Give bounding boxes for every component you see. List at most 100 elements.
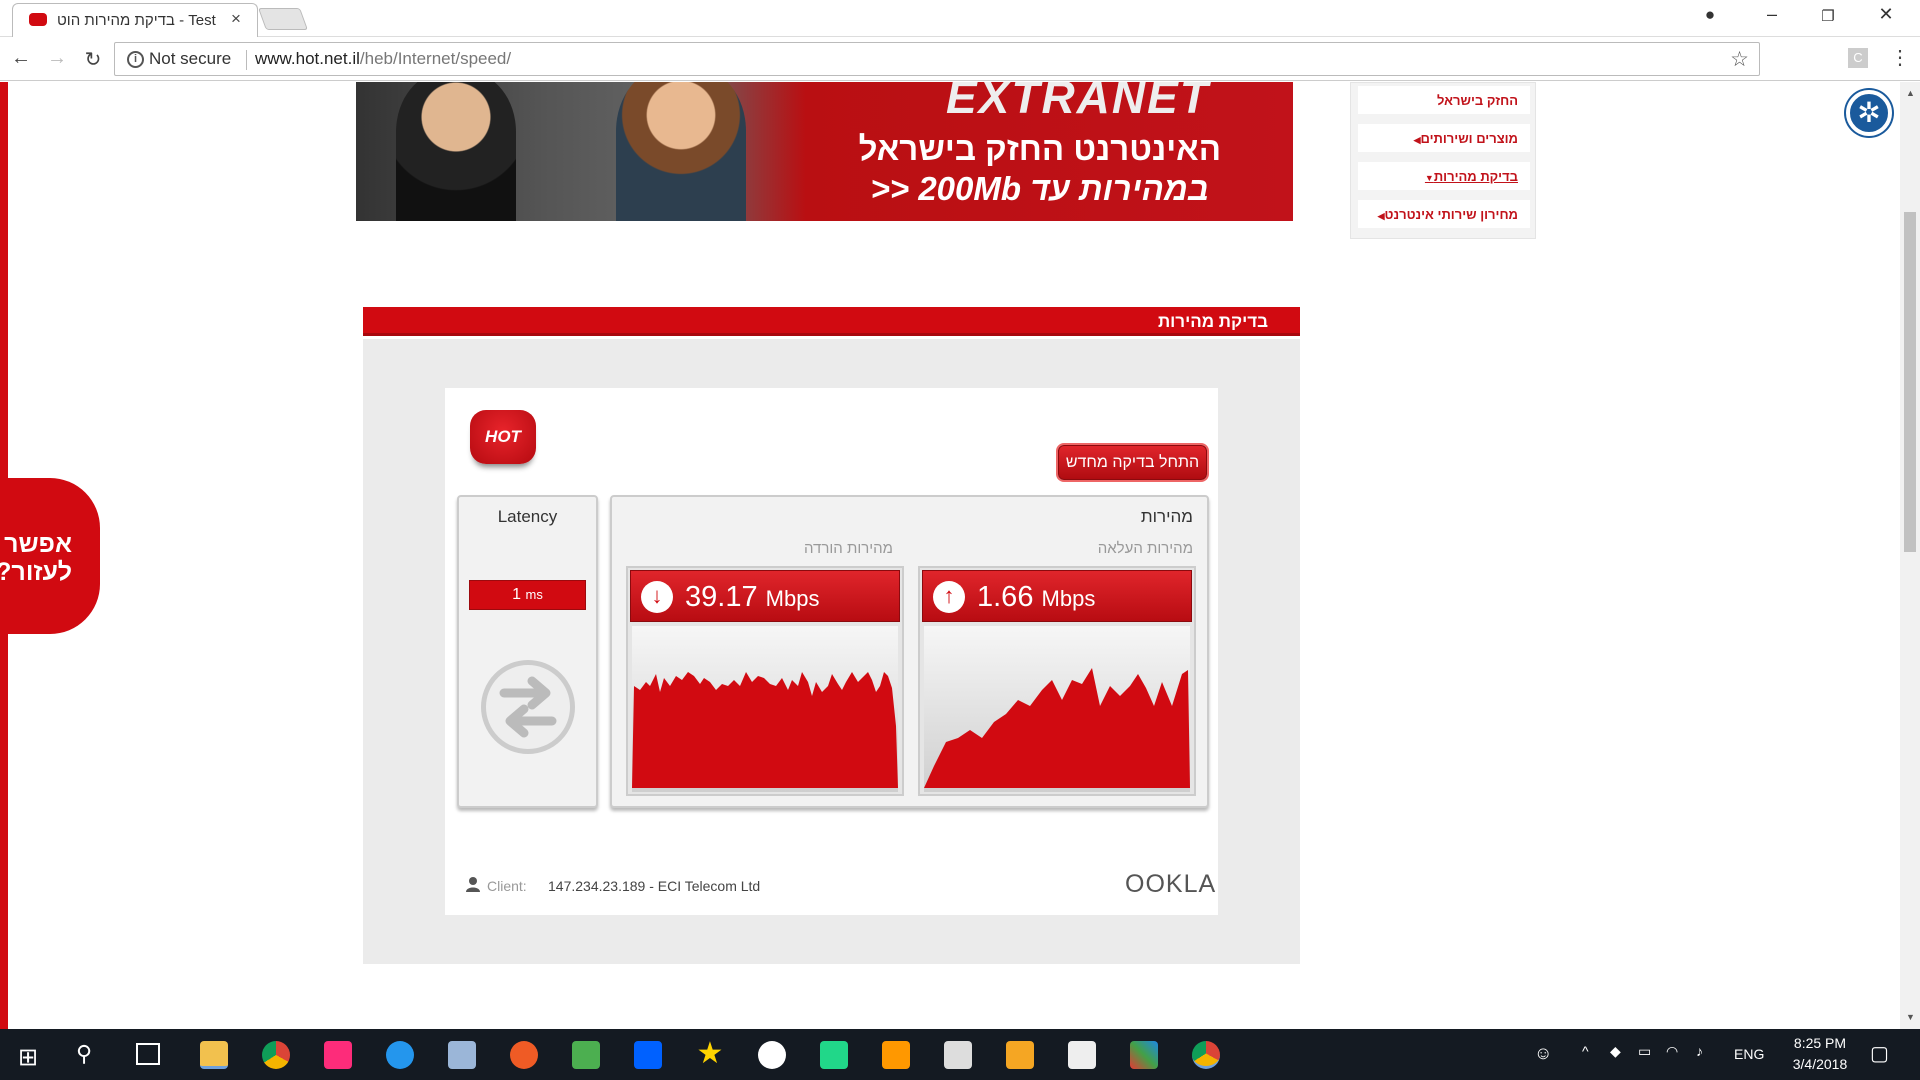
caret-left-icon: ◀ (1413, 135, 1421, 145)
minimize-button[interactable]: – (1752, 4, 1792, 25)
help-chat-button[interactable]: אפשר לעזור? (0, 478, 100, 634)
section-body: HOT התחל בדיקה מחדש Latency 1 ms מהירות … (363, 339, 1300, 964)
tab-close-icon[interactable]: × (231, 9, 241, 29)
chevron-up-icon[interactable]: ^ (1582, 1043, 1589, 1059)
back-icon[interactable]: ← (8, 47, 34, 70)
scroll-up-icon[interactable]: ▲ (1906, 88, 1915, 98)
sidebar-item-speedtest[interactable]: בדיקת מהירות▼ (1358, 162, 1530, 190)
windows-start-icon[interactable]: ⊞ (18, 1043, 38, 1072)
profile-icon[interactable]: ● (1690, 5, 1730, 25)
pycharm-icon[interactable] (820, 1041, 848, 1069)
sublime-icon[interactable] (882, 1041, 910, 1069)
upload-number: 1.66 (977, 581, 1034, 613)
tab-title: בדיקת מהירות הוט - Test (57, 12, 216, 29)
notifications-icon[interactable]: ▢ (1870, 1041, 1889, 1066)
restore-button[interactable]: ❐ (1808, 7, 1848, 25)
latency-value: 1 ms (469, 580, 586, 610)
divider (246, 50, 247, 70)
latency-unit: ms (525, 587, 543, 602)
upload-label: מהירות העלאה (1097, 540, 1193, 557)
banner-person-image (616, 82, 746, 221)
tab-strip: בדיקת מהירות הוט - Test × ● – ❐ ✕ (0, 0, 1920, 37)
latency-panel: Latency 1 ms (457, 495, 598, 808)
scroll-down-icon[interactable]: ▼ (1906, 1012, 1915, 1022)
scroll-thumb[interactable] (1904, 212, 1916, 552)
banner-headline: האינטרנט החזק בישראל (858, 130, 1221, 167)
people-icon[interactable]: ☺ (1534, 1043, 1552, 1064)
speed-label: מהירות (1140, 507, 1193, 526)
download-value: 39.17 Mbps (685, 581, 819, 614)
upload-header: ↑ 1.66 Mbps (922, 570, 1192, 622)
star-app-icon[interactable]: ★ (696, 1039, 724, 1069)
clock-time[interactable]: 8:25 PM (1782, 1035, 1858, 1051)
virtualbox-icon[interactable] (448, 1041, 476, 1069)
windows-taskbar: ⊞ ⚲ ★ ☺ ^ ◆ ▭ ◠ ♪ ENG 8:25 PM 3/4/2018 ▢ (0, 1029, 1920, 1080)
git-client-icon[interactable] (1130, 1041, 1158, 1069)
address-bar[interactable]: i Not secure www.hot.net.il/heb/Internet… (114, 42, 1760, 76)
accessibility-icon[interactable]: ✲ (1846, 90, 1892, 136)
pawprint-app-icon[interactable] (1068, 1041, 1096, 1069)
search-icon[interactable]: ⚲ (76, 1041, 92, 1067)
download-arrow-icon: ↓ (641, 581, 673, 613)
hot-logo: HOT (470, 410, 536, 464)
sidebar-item-strongest[interactable]: החזק בישראל (1358, 86, 1530, 114)
download-header: ↓ 39.17 Mbps (630, 570, 900, 622)
download-unit: Mbps (765, 586, 820, 611)
url-host: www.hot.net.il (255, 49, 360, 68)
postman-icon[interactable] (510, 1041, 538, 1069)
volume-icon[interactable]: ♪ (1696, 1043, 1703, 1059)
terminal-icon[interactable] (572, 1041, 600, 1069)
page-scrollbar[interactable]: ▲ ▼ (1900, 82, 1920, 1029)
upload-unit: Mbps (1041, 586, 1096, 611)
dropbox-tray-icon[interactable]: ◆ (1610, 1043, 1621, 1060)
caret-left-icon: ◀ (1377, 211, 1385, 221)
media-player-icon[interactable] (1006, 1041, 1034, 1069)
intellij-icon[interactable] (324, 1041, 352, 1069)
upload-gauge: ↑ 1.66 Mbps (918, 566, 1196, 796)
speed-panel: מהירות מהירות הורדה מהירות העלאה ↓ 39.17… (610, 495, 1209, 808)
upload-graph (924, 626, 1190, 792)
url-path: /heb/Internet/speed/ (359, 49, 512, 68)
bookmark-star-icon[interactable]: ☆ (1730, 47, 1749, 72)
ookla-logo: OOKLA (1125, 870, 1217, 898)
chrome-active-icon[interactable] (1192, 1041, 1220, 1069)
task-view-icon[interactable] (136, 1043, 160, 1065)
client-value: 147.234.23.189 - ECI Telecom Ltd (548, 878, 761, 894)
hot-favicon-icon (29, 13, 47, 26)
wifi-icon[interactable]: ◠ (1666, 1043, 1678, 1060)
help-label: אפשר לעזור? (0, 530, 72, 586)
side-menu: החזק בישראל מוצרים ושירותים◀ בדיקת מהירו… (1350, 82, 1536, 239)
battery-icon[interactable]: ▭ (1638, 1043, 1651, 1060)
upload-value: 1.66 Mbps (977, 581, 1095, 614)
latency-number: 1 (512, 586, 522, 603)
sidebar-item-pricing[interactable]: מחירון שירותי אינטרנט◀ (1358, 200, 1530, 228)
info-icon[interactable]: i (127, 51, 144, 68)
new-tab-button[interactable] (257, 8, 309, 30)
forward-icon[interactable]: → (44, 47, 70, 70)
menu-icon[interactable]: ⋮ (1890, 45, 1910, 70)
file-explorer-icon[interactable] (200, 1041, 228, 1069)
slack-icon[interactable] (758, 1041, 786, 1069)
url-text[interactable]: www.hot.net.il/heb/Internet/speed/ (255, 49, 511, 69)
download-label: מהירות הורדה (804, 540, 893, 557)
sidebar-item-products[interactable]: מוצרים ושירותים◀ (1358, 124, 1530, 152)
page-viewport: EXTRANET האינטרנט החזק בישראל במהירות עד… (0, 82, 1900, 1029)
caret-down-icon: ▼ (1424, 173, 1434, 183)
dropbox-icon[interactable] (634, 1041, 662, 1069)
clock-date[interactable]: 3/4/2018 (1782, 1056, 1858, 1072)
not-secure-label[interactable]: Not secure (149, 49, 231, 69)
tab-active[interactable]: בדיקת מהירות הוט - Test × (12, 3, 258, 37)
download-graph (632, 626, 898, 792)
restart-test-button[interactable]: התחל בדיקה מחדש (1058, 445, 1207, 480)
close-window-button[interactable]: ✕ (1866, 4, 1906, 25)
extension-icon[interactable]: C (1848, 48, 1868, 68)
promo-banner[interactable]: EXTRANET האינטרנט החזק בישראל במהירות עד… (356, 82, 1293, 221)
chrome-icon[interactable] (262, 1041, 290, 1069)
docker-icon[interactable] (386, 1041, 414, 1069)
language-indicator[interactable]: ENG (1734, 1046, 1764, 1062)
section-title: בדיקת מהירות (1157, 312, 1268, 331)
photos-icon[interactable] (944, 1041, 972, 1069)
reload-icon[interactable]: ↻ (80, 47, 106, 72)
section-header: בדיקת מהירות (363, 307, 1300, 336)
sidebar-item-label: מחירון שירותי אינטרנט (1384, 207, 1518, 222)
